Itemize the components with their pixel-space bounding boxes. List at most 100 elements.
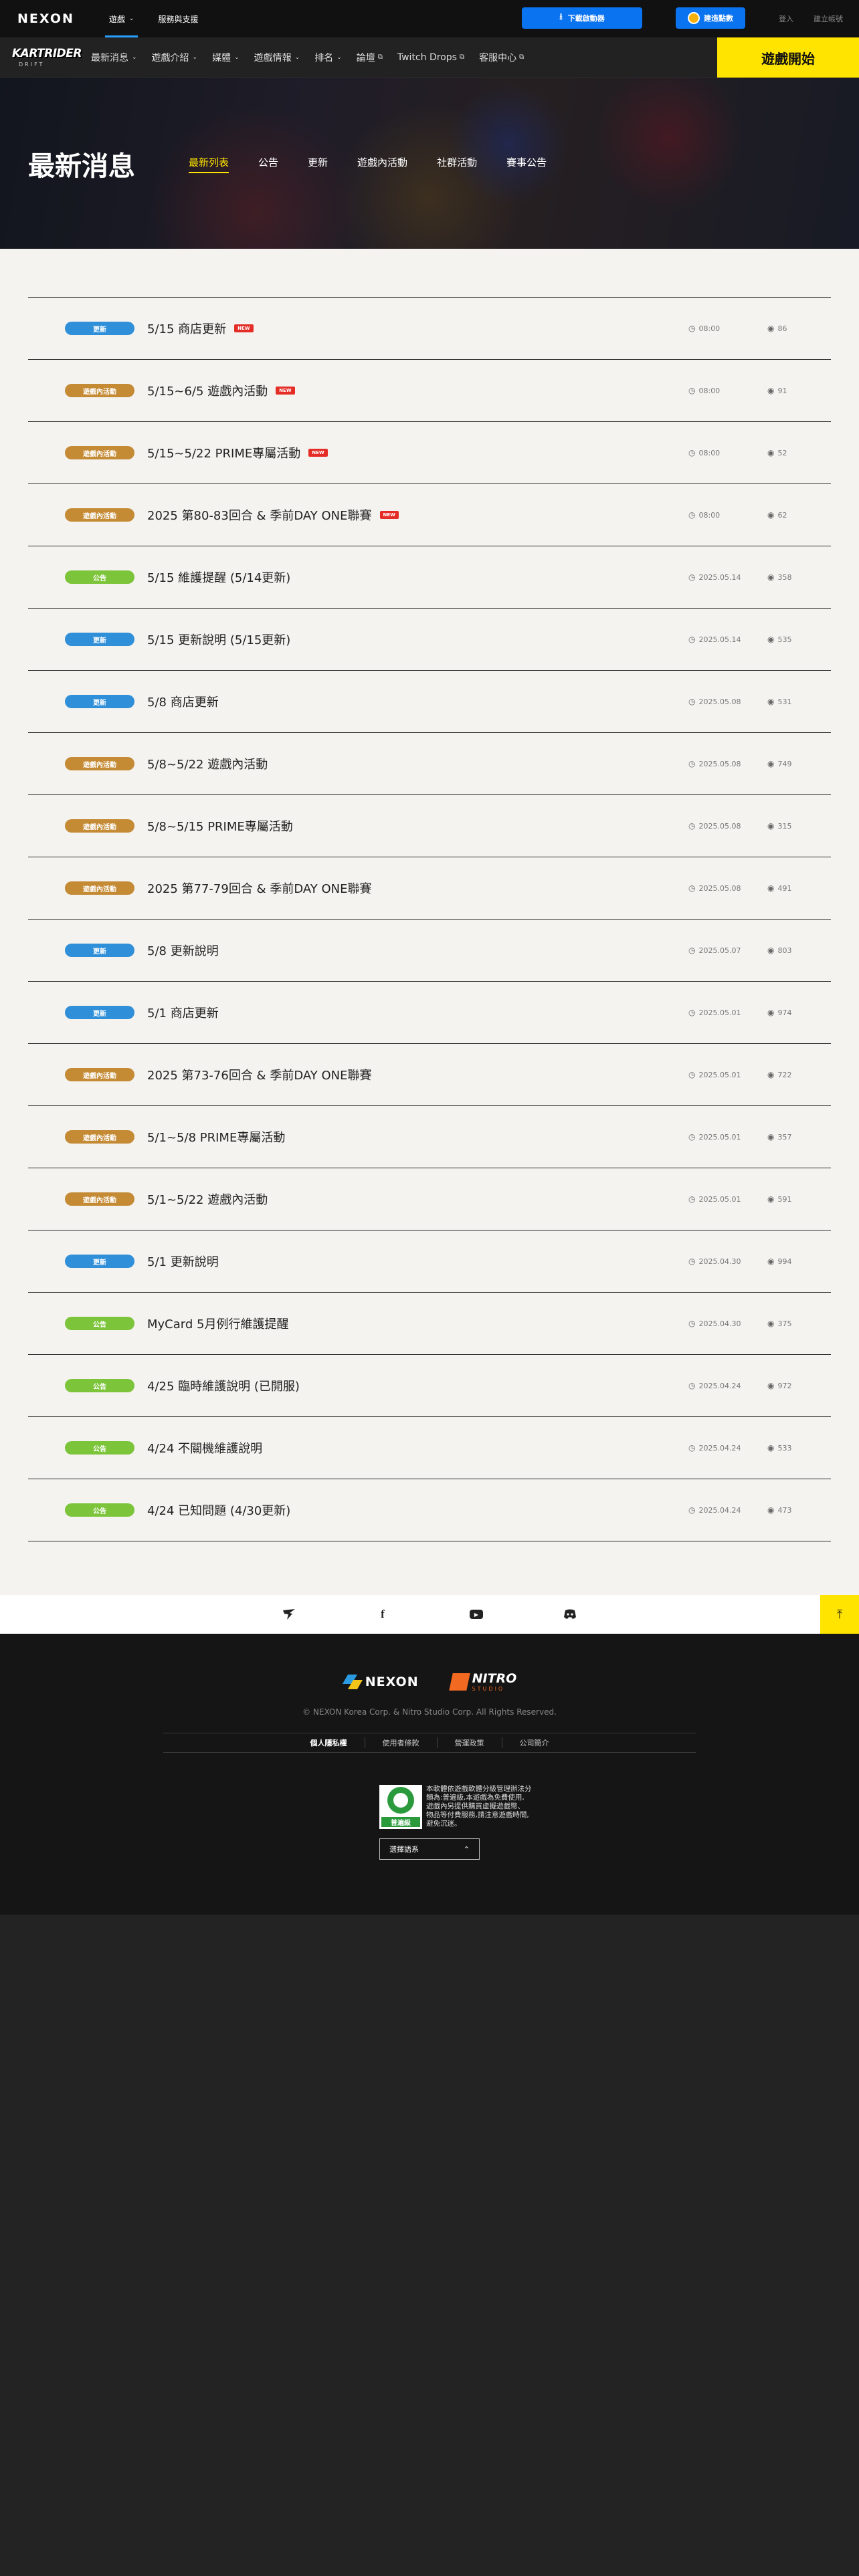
tab-3[interactable]: 遊戲內活動	[357, 155, 407, 169]
news-row[interactable]: 更新 5/15 更新說明 (5/15更新) ◷ 2025.05.14 ◉ 535	[28, 609, 831, 671]
tab-1[interactable]: 公告	[258, 155, 278, 169]
news-title[interactable]: 4/24 不關機維護說明	[147, 1439, 262, 1457]
news-title[interactable]: 2025 第73-76回合 & 季前DAY ONE聯賽	[147, 1066, 372, 1083]
news-title[interactable]: 5/1~5/22 遊戲內活動	[147, 1190, 268, 1208]
news-title[interactable]: 5/8 商店更新	[147, 693, 219, 710]
news-row[interactable]: 公告 MyCard 5月例行維護提醒 ◷ 2025.04.30 ◉ 375	[28, 1293, 831, 1355]
news-row[interactable]: 遊戲內活動 5/15~6/5 遊戲內活動 NEW ◷ 08:00 ◉ 91	[28, 360, 831, 422]
nexon-footer-logo[interactable]: NEXON	[342, 1671, 419, 1692]
news-row[interactable]: 公告 4/24 不關機維護說明 ◷ 2025.04.24 ◉ 533	[28, 1417, 831, 1479]
footer-link[interactable]: 營運政策	[438, 1737, 502, 1748]
news-title[interactable]: 2025 第80-83回合 & 季前DAY ONE聯賽 NEW	[147, 506, 399, 524]
game-start-button[interactable]: 遊戲開始	[717, 37, 859, 78]
category-badge: 遊戲內活動	[65, 1130, 134, 1144]
eye-icon: ◉	[767, 386, 775, 395]
news-views: ◉ 722	[767, 1070, 791, 1079]
kartrider-icon[interactable]	[242, 1608, 336, 1621]
login-link[interactable]: 登入	[779, 13, 793, 24]
news-title[interactable]: 5/1 商店更新	[147, 1004, 219, 1021]
news-row[interactable]: 遊戲內活動 5/1~5/22 遊戲內活動 ◷ 2025.05.01 ◉ 591	[28, 1168, 831, 1230]
news-row[interactable]: 更新 5/8 更新說明 ◷ 2025.05.07 ◉ 803	[28, 920, 831, 982]
news-row[interactable]: 公告 5/15 維護提醒 (5/14更新) ◷ 2025.05.14 ◉ 358	[28, 546, 831, 609]
news-title[interactable]: 4/25 臨時維護說明 (已開服)	[147, 1377, 300, 1394]
support-menu[interactable]: 服務與支援	[158, 0, 198, 37]
news-title[interactable]: 5/1~5/8 PRIME專屬活動	[147, 1128, 285, 1146]
news-row[interactable]: 更新 5/1 更新說明 ◷ 2025.04.30 ◉ 994	[28, 1230, 831, 1293]
news-views-value: 358	[777, 572, 792, 582]
news-title[interactable]: 5/15 更新說明 (5/15更新)	[147, 631, 290, 648]
news-views-value: 535	[777, 635, 792, 644]
tab-0[interactable]: 最新列表	[189, 155, 229, 173]
news-row[interactable]: 公告 4/24 已知問題 (4/30更新) ◷ 2025.04.24 ◉ 473	[28, 1479, 831, 1541]
download-launcher-button[interactable]: ⭳ 下載啟動器	[522, 7, 642, 29]
language-select[interactable]: 選擇語系 ⌃	[379, 1838, 480, 1860]
game-nav-item[interactable]: 排名 ⌄	[314, 51, 342, 64]
news-title-text: 5/1 更新說明	[147, 1255, 219, 1269]
news-title[interactable]: 5/8~5/22 遊戲內活動	[147, 755, 268, 772]
news-date-value: 2025.05.08	[698, 697, 741, 706]
news-title[interactable]: 5/8~5/15 PRIME專屬活動	[147, 817, 293, 835]
category-badge: 遊戲內活動	[65, 508, 134, 522]
news-title[interactable]: 2025 第77-79回合 & 季前DAY ONE聯賽	[147, 879, 372, 897]
game-nav-item-label: 遊戲情報	[254, 52, 292, 64]
news-date-value: 2025.05.08	[698, 821, 741, 831]
game-nav-item[interactable]: 遊戲介紹 ⌄	[152, 51, 198, 64]
news-title[interactable]: 5/1 更新說明	[147, 1253, 219, 1270]
news-row[interactable]: 遊戲內活動 2025 第80-83回合 & 季前DAY ONE聯賽 NEW ◷ 08:0…	[28, 484, 831, 546]
news-row[interactable]: 更新 5/1 商店更新 ◷ 2025.05.01 ◉ 974	[28, 982, 831, 1044]
news-title[interactable]: 5/15~5/22 PRIME專屬活動 NEW	[147, 444, 328, 461]
news-title[interactable]: 4/24 已知問題 (4/30更新)	[147, 1501, 290, 1519]
facebook-icon[interactable]: f	[336, 1608, 430, 1621]
support-menu-label: 服務與支援	[158, 14, 199, 24]
news-row[interactable]: 更新 5/15 商店更新 NEW ◷ 08:00 ◉ 86	[28, 298, 831, 360]
news-row[interactable]: 更新 5/8 商店更新 ◷ 2025.05.08 ◉ 531	[28, 671, 831, 733]
game-nav-item-label: 最新消息	[91, 52, 128, 64]
news-date-value: 2025.05.14	[698, 635, 741, 644]
news-title[interactable]: 5/15 商店更新 NEW	[147, 320, 254, 337]
games-menu[interactable]: 遊戲 ⌄	[104, 0, 138, 37]
news-title-text: 5/15 更新說明 (5/15更新)	[147, 633, 291, 647]
news-list: 更新 5/15 商店更新 NEW ◷ 08:00 ◉ 86 遊戲內活動 5/15~6/5 遊戲內…	[28, 297, 831, 1541]
tab-2[interactable]: 更新	[308, 155, 328, 169]
news-row[interactable]: 遊戲內活動 5/8~5/22 遊戲內活動 ◷ 2025.05.08 ◉ 749	[28, 733, 831, 795]
news-title[interactable]: 5/15 維護提醒 (5/14更新)	[147, 568, 290, 586]
game-nav-item[interactable]: 論壇 ⧉	[357, 51, 383, 64]
footer-link[interactable]: 公司簡介	[502, 1737, 567, 1748]
nitro-footer-sub: STUDIO	[472, 1686, 505, 1692]
game-nav-item[interactable]: 媒體 ⌄	[212, 51, 240, 64]
news-views-value: 974	[777, 1008, 792, 1017]
kartrider-logo[interactable]: KARTRIDER DRIFT	[12, 43, 82, 72]
signup-link[interactable]: 建立帳號	[814, 13, 843, 24]
game-nav-item[interactable]: 客服中心 ⧉	[479, 51, 524, 64]
news-date: ◷ 08:00	[688, 386, 720, 395]
news-title[interactable]: 5/15~6/5 遊戲內活動 NEW	[147, 382, 295, 399]
news-title[interactable]: MyCard 5月例行維護提醒	[147, 1315, 288, 1332]
eye-icon: ◉	[767, 1319, 775, 1328]
scroll-to-top-button[interactable]: ⤒	[820, 1595, 859, 1634]
tab-5[interactable]: 賽事公告	[506, 155, 547, 169]
news-views: ◉ 473	[767, 1505, 791, 1515]
news-date-value: 2025.04.24	[698, 1505, 741, 1515]
news-row[interactable]: 公告 4/25 臨時維護說明 (已開服) ◷ 2025.04.24 ◉ 972	[28, 1355, 831, 1417]
news-row[interactable]: 遊戲內活動 5/15~5/22 PRIME專屬活動 NEW ◷ 08:00 ◉ 52	[28, 422, 831, 484]
eye-icon: ◉	[767, 759, 775, 768]
points-button[interactable]: 建造點數	[676, 7, 745, 29]
rating-text: 本軟體依遊戲軟體分級管理辦法分 類為:普遍級,本遊戲為免費使用, 遊戲內另提供購買虛…	[426, 1785, 553, 1829]
game-nav-item[interactable]: Twitch Drops ⧉	[397, 51, 464, 64]
game-nav-item[interactable]: 遊戲情報 ⌄	[254, 51, 300, 64]
tab-4[interactable]: 社群活動	[437, 155, 477, 169]
news-row[interactable]: 遊戲內活動 2025 第77-79回合 & 季前DAY ONE聯賽 ◷ 2025.05…	[28, 857, 831, 920]
news-row[interactable]: 遊戲內活動 5/8~5/15 PRIME專屬活動 ◷ 2025.05.08 ◉ 315	[28, 795, 831, 857]
footer-link[interactable]: 個人隱私權	[293, 1737, 365, 1748]
nitro-footer-logo[interactable]: NITRO STUDIO	[448, 1671, 516, 1692]
category-badge: 更新	[65, 944, 134, 957]
youtube-icon[interactable]: ▶	[430, 1610, 523, 1619]
nexon-logo[interactable]: NEXON	[17, 11, 74, 26]
news-row[interactable]: 遊戲內活動 5/1~5/8 PRIME專屬活動 ◷ 2025.05.01 ◉ 357	[28, 1106, 831, 1168]
game-nav-item[interactable]: 最新消息 ⌄	[91, 51, 137, 64]
news-row[interactable]: 遊戲內活動 2025 第73-76回合 & 季前DAY ONE聯賽 ◷ 2025.05…	[28, 1044, 831, 1106]
clock-icon: ◷	[688, 1443, 696, 1453]
discord-icon[interactable]	[523, 1609, 617, 1620]
footer-link[interactable]: 使用者條款	[365, 1737, 438, 1748]
news-title[interactable]: 5/8 更新說明	[147, 942, 219, 959]
